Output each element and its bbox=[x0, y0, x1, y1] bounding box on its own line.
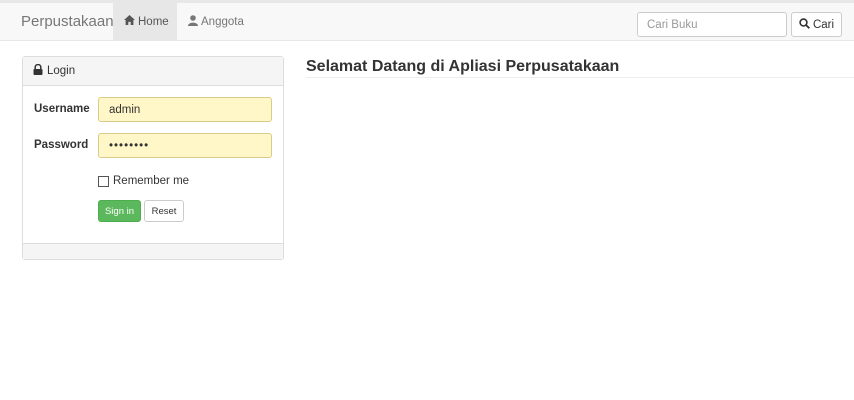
user-icon bbox=[188, 14, 201, 29]
remember-me-label: Remember me bbox=[113, 175, 190, 187]
title-divider bbox=[306, 77, 854, 78]
nav-item-home[interactable]: Home bbox=[113, 3, 177, 40]
login-panel-heading: Login bbox=[23, 57, 283, 86]
login-panel-title: Login bbox=[47, 65, 76, 77]
remember-me[interactable]: Remember me bbox=[98, 175, 189, 187]
username-field[interactable]: admin bbox=[98, 97, 272, 122]
nav-item-anggota[interactable]: Anggota bbox=[177, 3, 255, 40]
remember-me-checkbox[interactable] bbox=[98, 175, 109, 187]
home-icon bbox=[124, 15, 138, 28]
nav-item-home-label: Home bbox=[138, 15, 169, 28]
nav-item-anggota-label: Anggota bbox=[201, 15, 244, 28]
search-input[interactable] bbox=[637, 12, 787, 37]
sign-in-button[interactable]: Sign in bbox=[98, 200, 141, 222]
search-button[interactable]: Cari bbox=[791, 12, 842, 37]
reset-button[interactable]: Reset bbox=[144, 200, 184, 222]
brand-link[interactable]: Perpustakaan bbox=[21, 13, 114, 30]
page-title: Selamat Datang di Apliasi Perpusatakaan bbox=[306, 58, 620, 75]
lock-icon bbox=[33, 63, 47, 78]
password-label: Password bbox=[34, 139, 89, 151]
navbar: Perpustakaan Home Anggota Cari bbox=[0, 0, 854, 41]
password-field[interactable]: •••••••• bbox=[98, 133, 272, 158]
login-panel-footer bbox=[23, 243, 283, 259]
search-icon bbox=[799, 17, 813, 32]
search-button-label: Cari bbox=[812, 18, 835, 31]
username-label: Username bbox=[34, 103, 90, 115]
login-panel: Login Username admin Password •••••••• R… bbox=[22, 56, 284, 260]
